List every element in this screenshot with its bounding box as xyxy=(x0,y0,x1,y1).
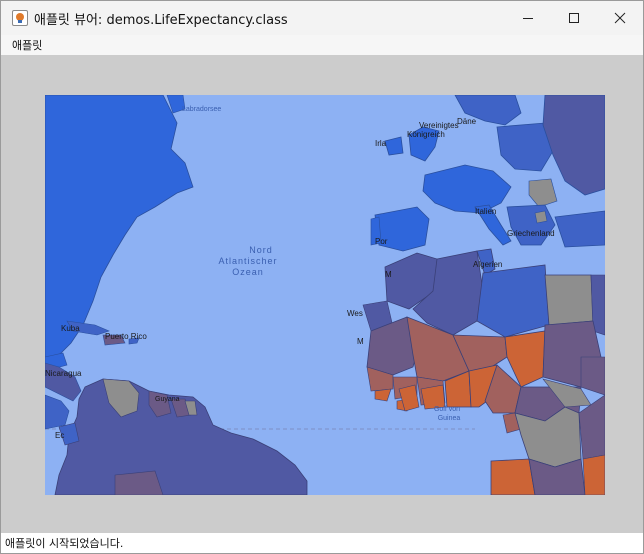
label-ecuador: Ec xyxy=(55,431,64,440)
label-ocean-2: Atlantischer xyxy=(218,256,277,266)
country-tanzania xyxy=(582,454,605,495)
java-icon xyxy=(12,10,28,26)
label-labrador-sea: Labradorsee xyxy=(182,106,221,113)
menu-bar: 애플릿 xyxy=(1,35,643,55)
minimize-icon xyxy=(523,18,533,19)
country-egypt xyxy=(544,274,594,326)
close-button[interactable] xyxy=(597,1,643,35)
life-expectancy-map[interactable]: Labradorsee Nord Atlantischer Ozean Vere… xyxy=(45,95,605,495)
label-portugal: Por xyxy=(375,237,388,246)
maximize-button[interactable] xyxy=(551,1,597,35)
label-nicaragua: Nicaragua xyxy=(45,369,82,378)
label-cuba: Kuba xyxy=(61,324,80,333)
label-ocean-3: Ozean xyxy=(232,267,264,277)
label-denmark: Däne xyxy=(457,117,477,126)
label-gulf-guinea-2: Guinea xyxy=(438,415,461,422)
label-morocco: M xyxy=(385,270,392,279)
maximize-icon xyxy=(569,13,579,23)
label-western-sahara: Wes xyxy=(347,309,363,318)
applet-viewer-window: 애플릿 뷰어: demos.LifeExpectancy.class 애플릿 L… xyxy=(0,0,644,554)
status-text: 애플릿이 시작되었습니다. xyxy=(5,537,124,550)
window-controls xyxy=(505,1,643,35)
label-gulf-guinea-1: Golf von xyxy=(434,406,460,413)
minimize-button[interactable] xyxy=(505,1,551,35)
country-libya xyxy=(476,264,550,338)
country-serbia xyxy=(534,210,548,224)
menu-applet[interactable]: 애플릿 xyxy=(1,37,53,53)
label-ocean-1: Nord xyxy=(249,245,273,255)
title-bar[interactable]: 애플릿 뷰어: demos.LifeExpectancy.class xyxy=(1,1,643,35)
label-uk-2: Königreich xyxy=(407,130,445,139)
label-greece: Griechenland xyxy=(507,229,555,238)
map-canvas: Labradorsee Nord Atlantischer Ozean Vere… xyxy=(45,95,605,495)
country-angola xyxy=(490,458,536,495)
label-italy: Italien xyxy=(475,207,496,216)
label-uk-1: Vereinigtes xyxy=(419,121,459,130)
label-ireland: Irla xyxy=(375,139,387,148)
label-mauritania: M xyxy=(357,337,364,346)
close-icon xyxy=(614,12,626,24)
label-guyana: Guyana xyxy=(155,396,180,403)
status-bar: 애플릿이 시작되었습니다. xyxy=(1,533,643,553)
country-peru-bolivia xyxy=(114,470,164,495)
window-title: 애플릿 뷰어: demos.LifeExpectancy.class xyxy=(34,12,288,28)
label-puerto-rico: Puerto Rico xyxy=(105,332,147,341)
label-algeria: Algerien xyxy=(473,260,502,269)
